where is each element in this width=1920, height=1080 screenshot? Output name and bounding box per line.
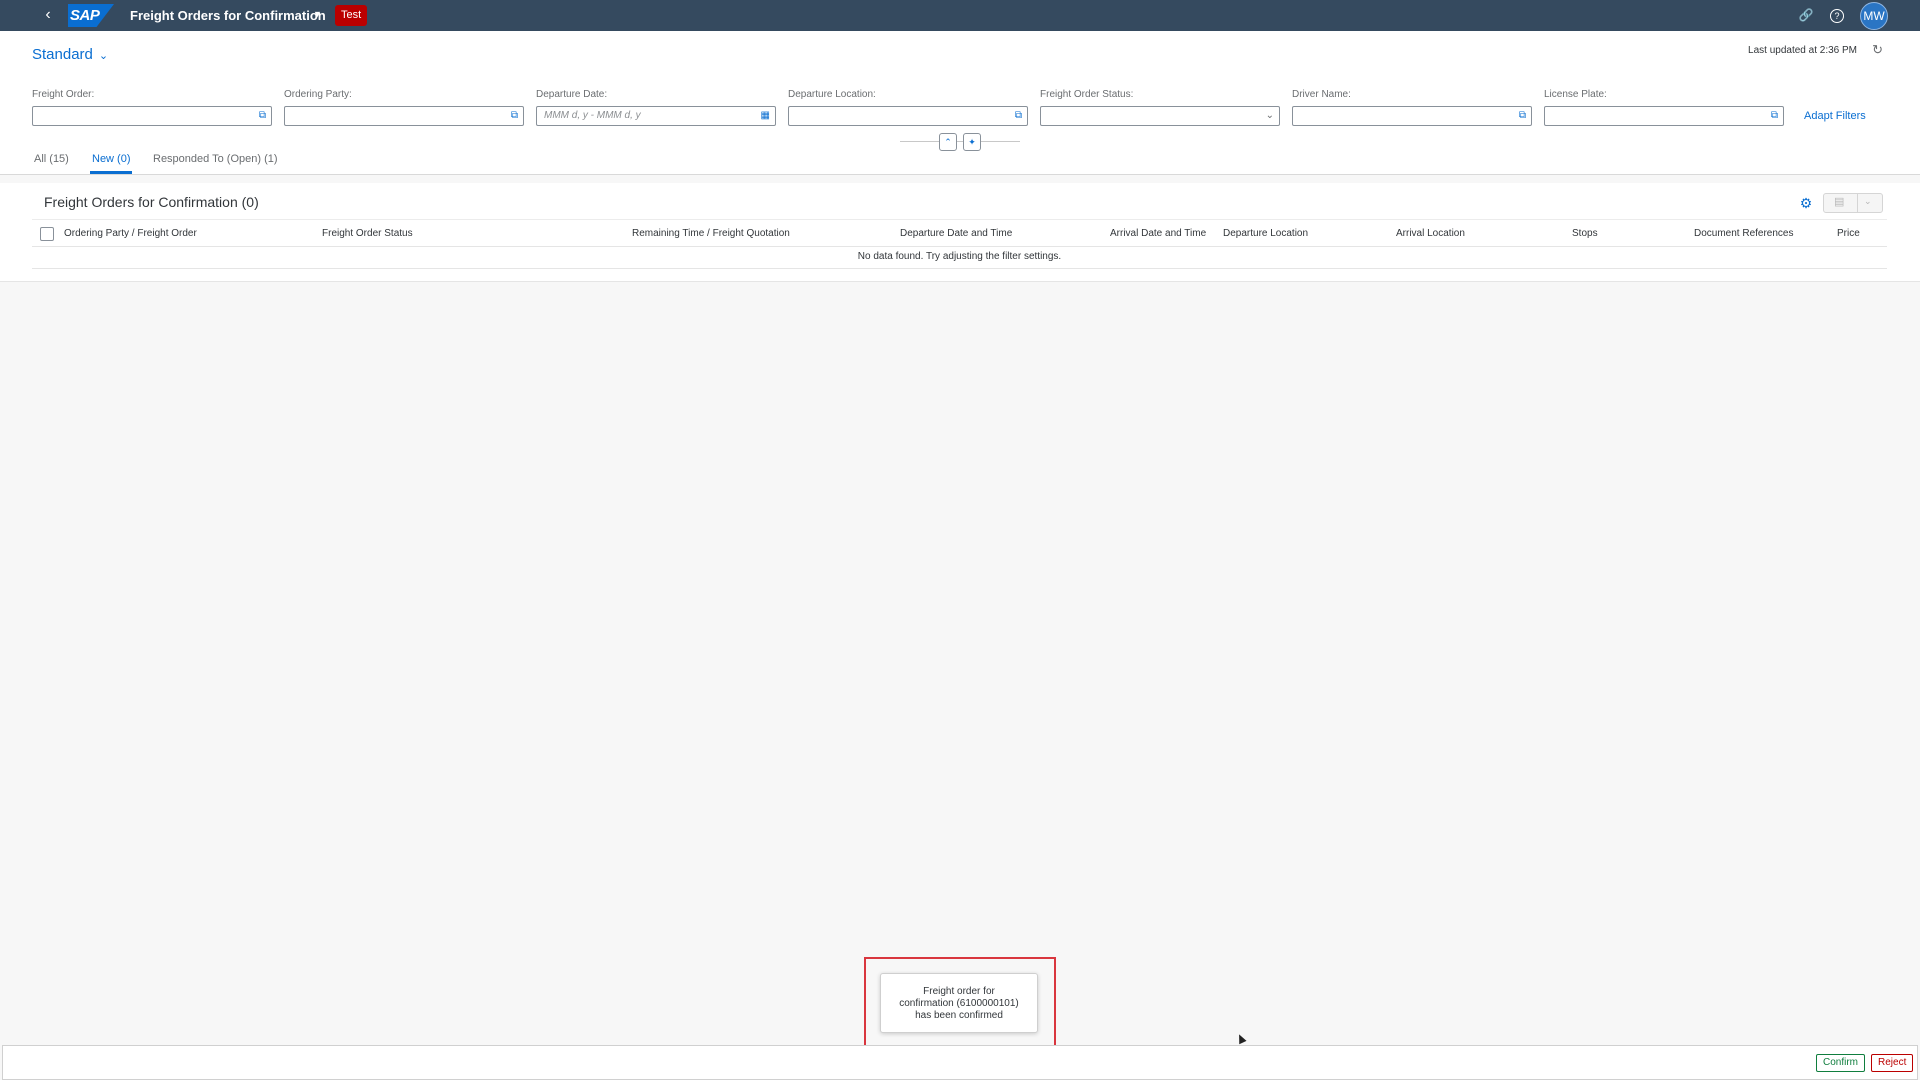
column-departure-location[interactable]: Departure Location (1223, 228, 1308, 239)
app-title[interactable]: Freight Orders for Confirmation (130, 8, 326, 23)
toast-line: has been confirmed (915, 1010, 1003, 1021)
date-placeholder: MMM d, y - MMM d, y (544, 110, 641, 121)
value-help-icon[interactable]: ⧉ (1519, 109, 1526, 123)
departure-location-input[interactable]: ⧉ (788, 106, 1028, 126)
logo-text: SAP (70, 7, 100, 24)
select-all-checkbox[interactable] (40, 227, 54, 241)
filter-label: Departure Date: (536, 89, 608, 100)
column-remaining-time[interactable]: Remaining Time / Freight Quotation (632, 228, 790, 239)
value-help-icon[interactable]: ⧉ (1771, 109, 1778, 123)
filter-ordering-party: Ordering Party: ⧉ (284, 89, 524, 126)
adapt-filters-link[interactable]: Adapt Filters (1804, 110, 1866, 122)
table-column-header: Ordering Party / Freight Order Freight O… (32, 219, 1887, 247)
filter-label: Freight Order: (32, 89, 95, 100)
header-divider (900, 141, 1020, 142)
environment-badge: Test (335, 5, 368, 26)
caret-down-icon[interactable]: ▼ (313, 9, 322, 19)
column-arrival-location[interactable]: Arrival Location (1396, 228, 1465, 239)
export-icon: ▤ (1834, 196, 1845, 208)
table-title: Freight Orders for Confirmation (0) (44, 194, 259, 210)
filter-driver-name: Driver Name: ⧉ (1292, 89, 1532, 126)
pin-header-icon[interactable]: ✦ (963, 133, 981, 151)
freight-order-input[interactable]: ⧉ (32, 106, 272, 126)
column-freight-order-status[interactable]: Freight Order Status (322, 228, 413, 239)
departure-date-input[interactable]: MMM d, y - MMM d, y ▦ (536, 106, 776, 126)
filter-freight-order-status: Freight Order Status: ⌄ (1040, 89, 1280, 126)
filter-label: License Plate: (1544, 89, 1607, 100)
column-stops[interactable]: Stops (1572, 228, 1598, 239)
column-arrival-date-time[interactable]: Arrival Date and Time (1110, 228, 1206, 239)
filter-departure-location: Departure Location: ⧉ (788, 89, 1028, 126)
sap-logo[interactable]: SAP (68, 4, 114, 27)
toast-line: confirmation (6100000101) (899, 998, 1019, 1009)
value-help-icon[interactable]: ⧉ (1015, 109, 1022, 123)
filter-label: Ordering Party: (284, 89, 352, 100)
filter-label: Freight Order Status: (1040, 89, 1134, 100)
ordering-party-input[interactable]: ⧉ (284, 106, 524, 126)
value-help-icon[interactable]: ⧉ (259, 109, 266, 123)
filter-freight-order: Freight Order: ⧉ (32, 89, 272, 126)
back-arrow-icon[interactable]: ‹ (38, 5, 58, 25)
link-icon[interactable]: 🔗 (1797, 6, 1815, 24)
tab-responded-open[interactable]: Responded To (Open) (1) (153, 153, 278, 165)
variant-selector[interactable]: Standard ⌄ (32, 46, 108, 63)
filter-license-plate: License Plate: ⧉ (1544, 89, 1784, 126)
chevron-down-icon[interactable]: ⌄ (1266, 109, 1274, 123)
column-document-references[interactable]: Document References (1694, 228, 1794, 239)
no-data-message: No data found. Try adjusting the filter … (32, 246, 1887, 269)
header-border (0, 174, 1920, 175)
collapse-header-icon[interactable]: ⌃ (939, 133, 957, 151)
toast-line: Freight order for (923, 986, 995, 997)
avatar[interactable]: MW (1860, 2, 1888, 30)
footer-toolbar: Confirm Reject (2, 1045, 1918, 1080)
filter-header: Standard ⌄ Last updated at 2:36 PM ↻ Frei… (0, 31, 1920, 175)
freight-orders-table: Freight Orders for Confirmation (0) ⚙ ▤ … (0, 183, 1920, 282)
export-button[interactable]: ▤ ⌄ (1823, 193, 1883, 213)
calendar-icon[interactable]: ▦ (761, 109, 770, 123)
filter-departure-date: Departure Date: MMM d, y - MMM d, y ▦ (536, 89, 776, 126)
column-price[interactable]: Price (1837, 228, 1860, 239)
message-toast: Freight order for confirmation (61000001… (880, 973, 1038, 1033)
chevron-down-icon[interactable]: ⌄ (1864, 196, 1872, 207)
help-icon[interactable]: ? (1830, 9, 1844, 23)
mouse-cursor-icon (1235, 1032, 1247, 1045)
chevron-down-icon: ⌄ (98, 50, 109, 62)
shell-bar: ‹ SAP Freight Orders for Confirmation ▼ … (0, 0, 1920, 31)
button-separator (1857, 194, 1858, 212)
variant-label: Standard (32, 46, 93, 63)
settings-icon[interactable]: ⚙ (1797, 194, 1815, 212)
value-help-icon[interactable]: ⧉ (511, 109, 518, 123)
license-plate-input[interactable]: ⧉ (1544, 106, 1784, 126)
column-ordering-party[interactable]: Ordering Party / Freight Order (64, 228, 197, 239)
tab-new[interactable]: New (0) (92, 153, 131, 165)
tab-all[interactable]: All (15) (34, 153, 69, 165)
refresh-icon[interactable]: ↻ (1872, 42, 1883, 58)
freight-order-status-select[interactable]: ⌄ (1040, 106, 1280, 126)
confirm-button[interactable]: Confirm (1816, 1054, 1866, 1072)
driver-name-input[interactable]: ⧉ (1292, 106, 1532, 126)
filter-label: Departure Location: (788, 89, 876, 100)
reject-button[interactable]: Reject (1871, 1054, 1914, 1072)
last-updated-text: Last updated at 2:36 PM (1748, 45, 1857, 56)
column-departure-date-time[interactable]: Departure Date and Time (900, 228, 1012, 239)
filter-label: Driver Name: (1292, 89, 1351, 100)
